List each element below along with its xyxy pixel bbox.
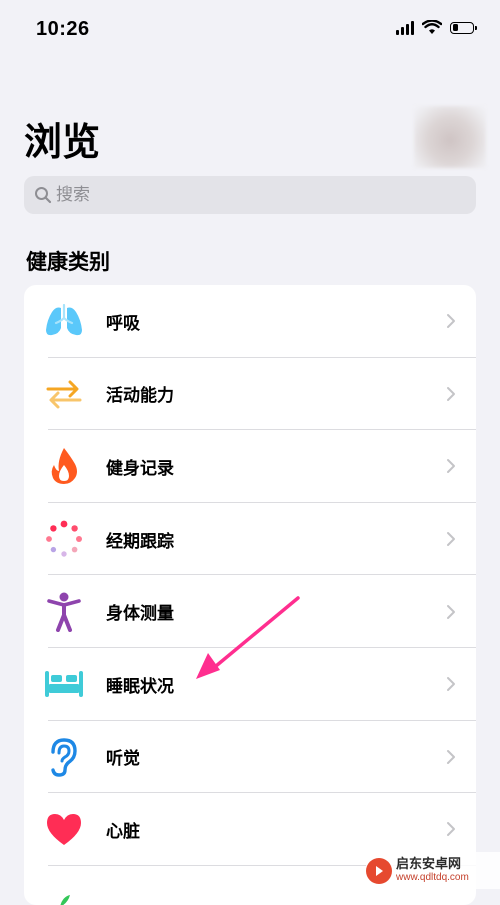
category-row-hearing[interactable]: 听觉 <box>24 721 476 794</box>
signal-icon <box>396 20 414 35</box>
watermark-text: 启东安卓网 www.qdltdq.com <box>396 858 469 884</box>
category-label: 呼吸 <box>106 313 140 334</box>
heart-icon <box>44 809 84 849</box>
category-row-respiratory[interactable]: 呼吸 <box>24 285 476 358</box>
chevron-right-icon <box>447 386 455 401</box>
chevron-right-icon <box>447 749 455 764</box>
category-label: 健身记录 <box>106 458 174 479</box>
category-label: 听觉 <box>106 749 140 770</box>
category-label: 经期跟踪 <box>106 531 174 552</box>
wifi-icon <box>422 20 442 34</box>
lungs-icon <box>44 301 84 341</box>
status-icons <box>396 20 477 35</box>
status-bar: 10:26 <box>0 0 500 60</box>
category-label: 心脏 <box>106 821 140 842</box>
body-figure-icon <box>44 592 84 632</box>
chevron-right-icon <box>447 314 455 329</box>
watermark-url: www.qdltdq.com <box>396 871 469 883</box>
battery-icon <box>450 21 477 34</box>
category-label: 活动能力 <box>106 386 174 407</box>
category-label: 睡眠状况 <box>106 676 174 697</box>
chevron-right-icon <box>447 822 455 837</box>
category-row-cycle-tracking[interactable]: 经期跟踪 <box>24 503 476 576</box>
status-time: 10:26 <box>36 18 90 40</box>
watermark: 启东安卓网 www.qdltdq.com <box>366 852 500 889</box>
watermark-title: 启东安卓网 <box>396 856 462 872</box>
category-row-mobility[interactable]: 活动能力 <box>24 358 476 431</box>
search-bar[interactable] <box>24 176 476 214</box>
bed-icon <box>44 664 84 704</box>
search-icon <box>35 187 52 204</box>
search-input[interactable] <box>56 185 456 205</box>
chevron-right-icon <box>447 677 455 692</box>
category-row-fitness[interactable]: 健身记录 <box>24 430 476 503</box>
chevron-right-icon <box>447 604 455 619</box>
category-label: 身体测量 <box>106 604 174 625</box>
cycle-tracking-icon <box>44 519 84 559</box>
page-title: 浏览 <box>24 120 101 164</box>
ear-icon <box>44 737 84 777</box>
leaf-icon <box>44 880 84 905</box>
section-title: 健康类别 <box>26 250 110 274</box>
category-row-sleep[interactable]: 睡眠状况 <box>24 648 476 721</box>
arrows-icon <box>44 374 84 414</box>
watermark-logo-icon <box>366 857 392 884</box>
flame-icon <box>44 446 84 486</box>
chevron-right-icon <box>447 459 455 474</box>
health-category-list: 呼吸 活动能力 健身记录 经期跟踪 身体测量 睡眠状况 听觉 心脏 <box>24 285 476 905</box>
avatar[interactable] <box>414 106 486 168</box>
chevron-right-icon <box>447 532 455 547</box>
category-row-body-measurements[interactable]: 身体测量 <box>24 575 476 648</box>
battery-level <box>452 24 458 31</box>
